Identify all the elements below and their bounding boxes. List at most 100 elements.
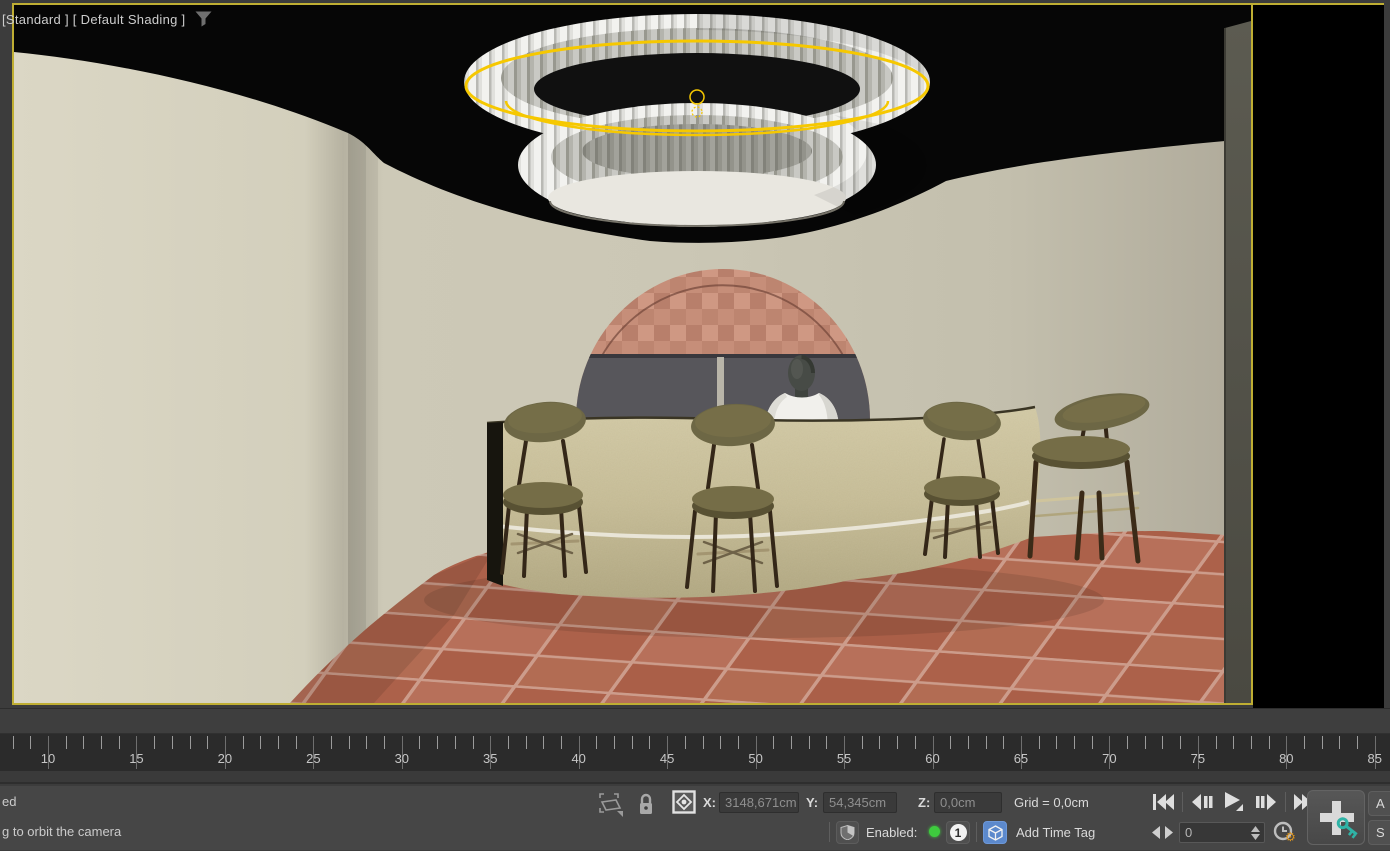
ruler-tick [349,736,350,749]
track-bar[interactable] [0,708,1390,734]
ruler-tick [950,736,951,749]
ruler-tick [1003,736,1004,749]
ruler-frame-label: 20 [205,751,245,766]
ruler-tick [30,736,31,749]
ruler-tick [455,736,456,749]
ruler-tick [473,736,474,749]
viewport-scene[interactable] [14,5,1251,703]
separator [976,822,977,842]
shading-label-text[interactable]: [Standard ] [ Default Shading ] [2,12,185,27]
ruler-frame-label: 50 [736,751,776,766]
time-tag-cube-button[interactable] [983,821,1007,844]
ruler-tick [986,736,987,749]
active-viewport[interactable] [12,3,1253,705]
spinner-arrows[interactable] [1248,826,1264,840]
ruler-tick [968,736,969,749]
ruler-tick [172,736,173,749]
ruler-tick [1357,736,1358,749]
ruler-tick [561,736,562,749]
ruler-tick [1074,736,1075,749]
ruler-tick [526,736,527,749]
key-mode-toggle-icon[interactable] [1152,826,1173,839]
ruler-tick [207,736,208,749]
ruler-tick [915,736,916,749]
ruler-tick [632,736,633,749]
cube-icon [988,825,1003,841]
selection-lock-icon[interactable] [637,793,655,817]
prompt-line-text: g to orbit the camera [2,824,121,839]
ruler-tick [331,736,332,749]
ruler-frame-label: 85 [1355,751,1390,766]
ruler-tick [366,736,367,749]
ruler-frame-label: 15 [116,751,156,766]
ruler-frame-label: 30 [382,751,422,766]
ruler-tick [154,736,155,749]
set-keys-button[interactable] [1307,790,1365,845]
timeline-ruler[interactable]: 10152025303540455055606570758085 [0,734,1390,771]
secondary-viewport-area[interactable] [1253,3,1384,708]
ruler-tick [862,736,863,749]
viewport-shading-label[interactable]: [Standard ] [ Default Shading ] [2,11,212,27]
previous-frame-button[interactable] [1189,792,1215,812]
current-frame-spinner[interactable]: 0 [1179,822,1265,843]
ruler-tick [614,736,615,749]
ruler-tick [596,736,597,749]
ruler-frame-label: 80 [1266,751,1306,766]
absolute-mode-toggle-icon[interactable] [672,790,696,814]
viewport-edge-gutter [1384,0,1390,708]
shield-icon [840,825,855,840]
ruler-tick [1180,736,1181,749]
ruler-tick [119,736,120,749]
transport-separator [1285,792,1286,812]
wall-end-slab[interactable] [1225,21,1251,703]
ruler-tick [243,736,244,749]
enabled-label: Enabled: [866,825,917,840]
ruler-tick [278,736,279,749]
z-coordinate-field[interactable]: 0,0cm [934,792,1002,813]
ruler-tick [1339,736,1340,749]
ruler-frame-label: 40 [559,751,599,766]
key-icon [1334,817,1364,843]
ruler-tick [1322,736,1323,749]
go-to-start-button[interactable] [1150,792,1176,812]
gear-icon: ⚙ [1285,832,1296,842]
y-coordinate-label: Y: [806,795,818,810]
ruler-tick [1039,736,1040,749]
time-configuration-button[interactable]: ⚙ [1272,820,1298,846]
selection-status-text: ed [2,794,16,809]
ruler-tick [1162,736,1163,749]
ruler-tick [809,736,810,749]
degradation-level-button[interactable]: 1 [946,821,970,844]
next-frame-button[interactable] [1253,792,1279,812]
adaptive-degradation-button[interactable] [836,821,859,844]
x-coordinate-label: X: [703,795,716,810]
enabled-status-dot [929,826,940,837]
set-key-button[interactable]: S [1368,820,1390,845]
ruler-tick [773,736,774,749]
ruler-tick [720,736,721,749]
ruler-tick [738,736,739,749]
ruler-tick [66,736,67,749]
frame-number-value[interactable]: 0 [1180,825,1248,840]
ruler-tick [1269,736,1270,749]
ruler-frame-label: 60 [913,751,953,766]
ruler-tick [1092,736,1093,749]
ruler-tick [879,736,880,749]
add-time-tag-label[interactable]: Add Time Tag [1016,825,1095,840]
ruler-tick [1304,736,1305,749]
y-coordinate-field[interactable]: 54,345cm [823,792,897,813]
viewport-filter-icon[interactable] [195,11,212,27]
play-animation-button[interactable] [1221,792,1247,812]
z-coordinate-label: Z: [918,795,930,810]
ruler-tick [508,736,509,749]
ruler-tick [296,736,297,749]
ruler-tick [260,736,261,749]
auto-key-button[interactable]: A [1368,791,1390,816]
selection-region-icon[interactable] [598,792,626,818]
ruler-tick [101,736,102,749]
x-coordinate-field[interactable]: 3148,671cm [719,792,799,813]
ruler-frame-label: 10 [28,751,68,766]
ruler-frame-label: 55 [824,751,864,766]
ruler-frame-label: 25 [293,751,333,766]
ruler-tick [384,736,385,749]
